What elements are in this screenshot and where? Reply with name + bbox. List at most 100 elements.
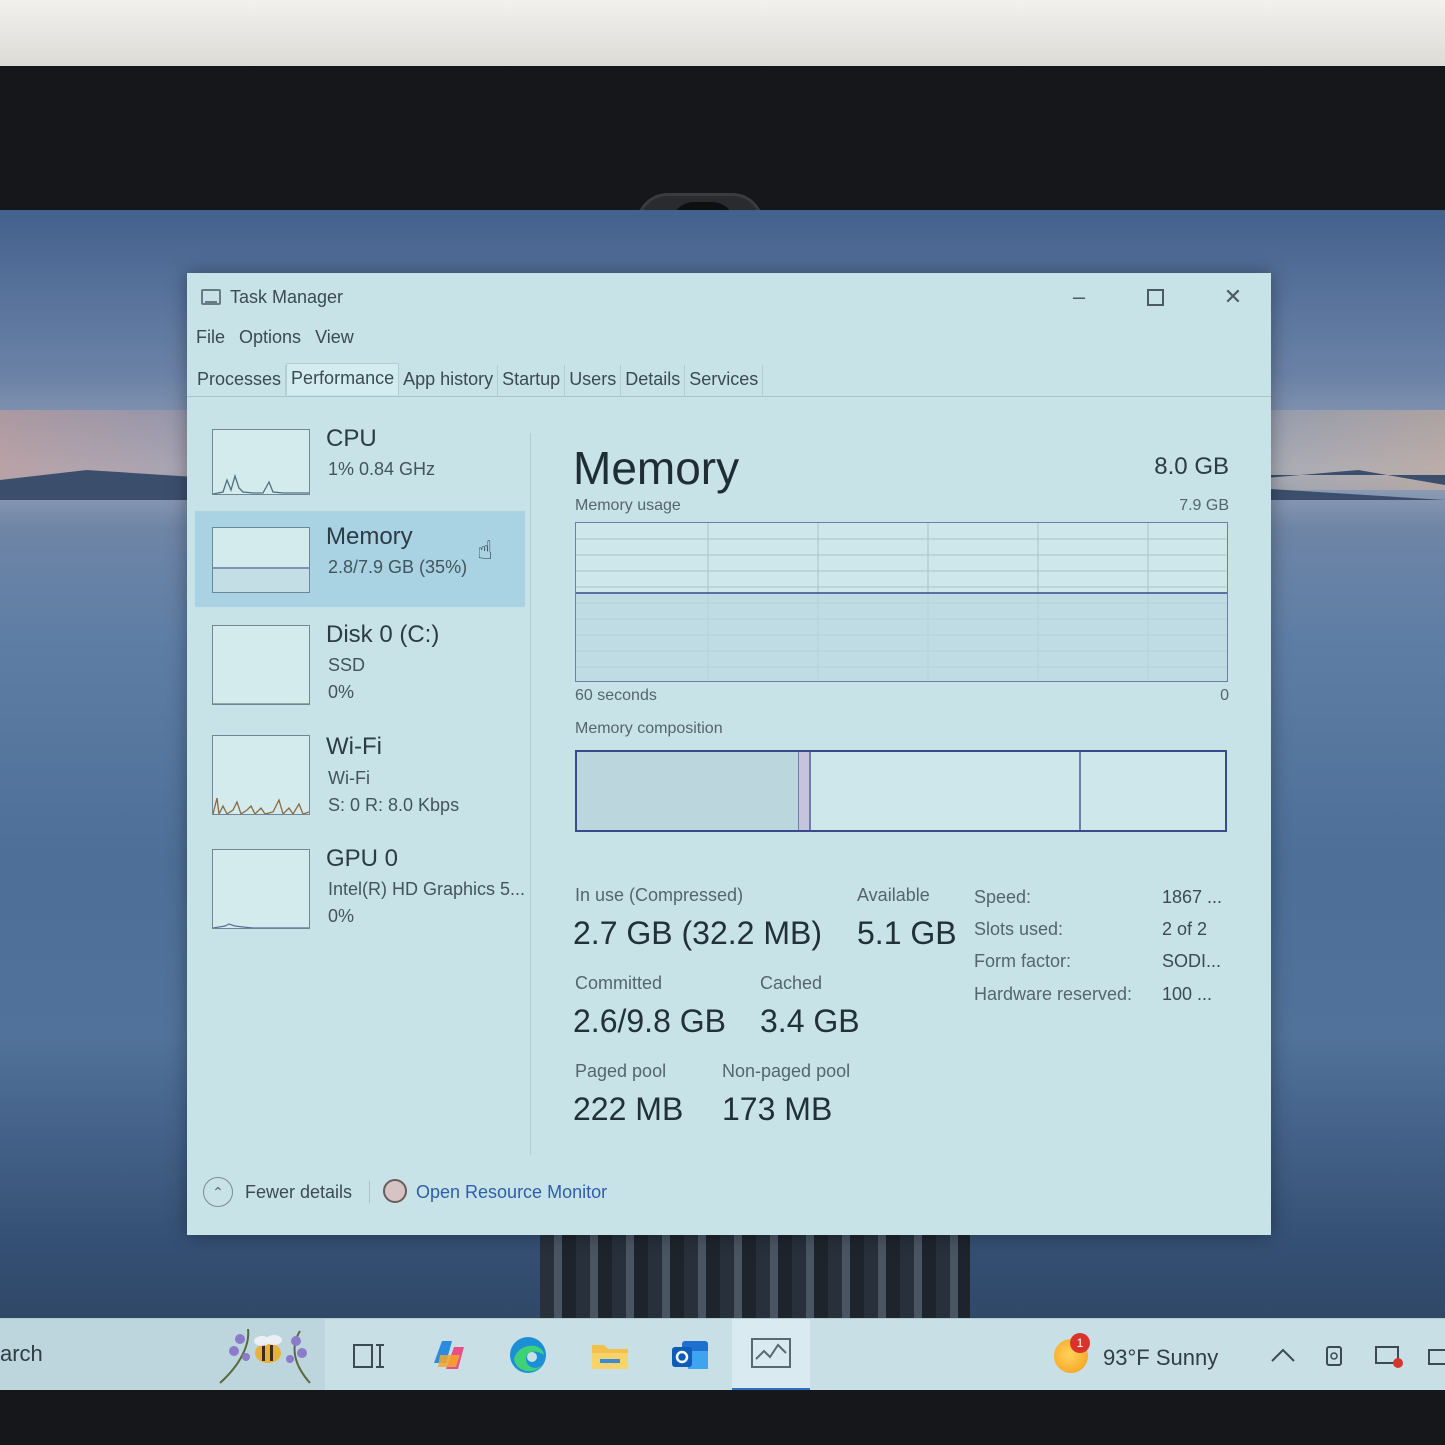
wall-background bbox=[0, 0, 1445, 66]
resource-memory[interactable]: Memory 2.8/7.9 GB (35%) ☝ bbox=[195, 511, 525, 607]
graph-axis-left: 60 seconds bbox=[575, 687, 657, 704]
menu-view[interactable]: View bbox=[314, 327, 361, 355]
pane-divider[interactable] bbox=[530, 433, 531, 1155]
resource-detail: 2.8/7.9 GB (35%) bbox=[328, 557, 468, 577]
memory-usage-label: Memory usage bbox=[575, 497, 681, 514]
cached-value: 3.4 GB bbox=[760, 1003, 860, 1039]
tab-services[interactable]: Services bbox=[685, 365, 764, 397]
minimize-button[interactable]: – bbox=[1059, 281, 1099, 313]
maximize-icon bbox=[1146, 289, 1164, 306]
file-explorer-icon[interactable] bbox=[588, 1333, 632, 1377]
resource-name: Wi-Fi bbox=[326, 733, 382, 760]
tab-bar: Processes Performance App history Startu… bbox=[187, 361, 1271, 397]
non-paged-pool-value: 173 MB bbox=[722, 1091, 833, 1127]
graph-axis-right: 0 bbox=[1220, 687, 1229, 704]
wifi-thumbnail-graph bbox=[212, 735, 310, 815]
resource-name: GPU 0 bbox=[326, 845, 399, 872]
non-paged-pool-label: Non-paged pool bbox=[722, 1061, 851, 1081]
weather-widget[interactable]: 93°F Sunny bbox=[1103, 1345, 1218, 1371]
task-view-icon[interactable] bbox=[348, 1333, 392, 1377]
resource-detail: Intel(R) HD Graphics 5... bbox=[328, 879, 526, 899]
in-use-value: 2.7 GB (32.2 MB) bbox=[573, 915, 822, 951]
prop-form-factor-key: Form factor: bbox=[974, 951, 1072, 971]
task-manager-icon bbox=[751, 1338, 791, 1368]
tab-processes[interactable]: Processes bbox=[193, 365, 287, 397]
tab-details[interactable]: Details bbox=[621, 365, 686, 397]
disk-thumbnail-graph bbox=[212, 625, 310, 705]
prop-speed-value: 1867 ... bbox=[1162, 887, 1223, 907]
hand-cursor-icon: ☝ bbox=[477, 535, 493, 565]
taskbar: arch 1 93°F Sunny bbox=[0, 1318, 1445, 1390]
tab-performance[interactable]: Performance bbox=[286, 363, 400, 395]
tab-users[interactable]: Users bbox=[565, 365, 622, 397]
resource-detail: Wi-Fi bbox=[328, 768, 370, 788]
camera-icon[interactable] bbox=[1324, 1343, 1348, 1369]
memory-composition-label: Memory composition bbox=[575, 720, 723, 737]
resource-detail-2: S: 0 R: 8.0 Kbps bbox=[328, 795, 460, 815]
paged-pool-label: Paged pool bbox=[575, 1061, 667, 1081]
task-manager-window: Task Manager – ✕ File Options View Proce… bbox=[187, 273, 1271, 1235]
search-highlight-icon bbox=[219, 1328, 311, 1384]
display-icon[interactable] bbox=[1374, 1343, 1404, 1369]
prop-form-factor-value: SODI... bbox=[1162, 951, 1222, 971]
resource-detail: SSD bbox=[328, 655, 366, 675]
outlook-icon[interactable] bbox=[668, 1333, 712, 1377]
memory-usage-max: 7.9 GB bbox=[1179, 497, 1229, 514]
task-manager-icon bbox=[201, 289, 221, 305]
resource-list: CPU 1% 0.84 GHz Memory 2.8/7.9 GB (35%) … bbox=[195, 413, 531, 1153]
cached-label: Cached bbox=[760, 973, 823, 993]
composition-standby[interactable] bbox=[811, 752, 1081, 830]
task-manager-taskbar-button[interactable] bbox=[732, 1319, 810, 1390]
edge-browser-icon[interactable] bbox=[506, 1333, 550, 1377]
resource-cpu[interactable]: CPU 1% 0.84 GHz bbox=[195, 413, 525, 509]
resource-name: Memory bbox=[326, 523, 413, 550]
taskbar-search-box[interactable]: arch bbox=[0, 1319, 325, 1390]
close-button[interactable]: ✕ bbox=[1213, 281, 1253, 313]
resource-monitor-icon[interactable] bbox=[383, 1179, 407, 1203]
chevron-up-icon[interactable]: ⌃ bbox=[203, 1177, 233, 1207]
open-resource-monitor-link[interactable]: Open Resource Monitor bbox=[416, 1182, 607, 1203]
resource-wifi[interactable]: Wi-Fi Wi-Fi S: 0 R: 8.0 Kbps bbox=[195, 719, 525, 815]
resource-disk[interactable]: Disk 0 (C:) SSD 0% bbox=[195, 609, 525, 705]
fewer-details-button[interactable]: Fewer details bbox=[245, 1182, 352, 1203]
weather-notification-badge: 1 bbox=[1070, 1333, 1090, 1353]
maximize-button[interactable] bbox=[1135, 281, 1175, 313]
tab-app-history[interactable]: App history bbox=[399, 365, 499, 397]
desktop-screen: Task Manager – ✕ File Options View Proce… bbox=[0, 210, 1445, 1390]
composition-free[interactable] bbox=[1081, 752, 1225, 830]
menu-file[interactable]: File bbox=[195, 327, 232, 355]
composition-in-use[interactable] bbox=[577, 752, 799, 830]
paged-pool-value: 222 MB bbox=[573, 1091, 684, 1127]
memory-usage-graph bbox=[575, 522, 1228, 682]
available-value: 5.1 GB bbox=[857, 915, 957, 951]
committed-value: 2.6/9.8 GB bbox=[573, 1003, 726, 1039]
chevron-up-icon[interactable] bbox=[1268, 1343, 1298, 1367]
resource-gpu[interactable]: GPU 0 Intel(R) HD Graphics 5... 0% bbox=[195, 833, 525, 929]
tab-startup[interactable]: Startup bbox=[498, 365, 566, 397]
prop-slots-key: Slots used: bbox=[974, 919, 1064, 939]
prop-speed-key: Speed: bbox=[974, 887, 1032, 907]
prop-hw-reserved-value: 100 ... bbox=[1162, 984, 1213, 1004]
window-title: Task Manager bbox=[230, 287, 344, 307]
committed-label: Committed bbox=[575, 973, 663, 993]
menu-options[interactable]: Options bbox=[238, 327, 308, 355]
search-placeholder: arch bbox=[0, 1341, 43, 1366]
cpu-thumbnail-graph bbox=[212, 429, 310, 495]
resource-detail-2: 0% bbox=[328, 906, 355, 926]
memory-thumbnail-graph bbox=[212, 527, 310, 593]
battery-icon[interactable] bbox=[1428, 1349, 1445, 1365]
footer: ⌃ Fewer details Open Resource Monitor bbox=[187, 1165, 1271, 1225]
memory-usage-area bbox=[576, 593, 1227, 681]
prop-hw-reserved-key: Hardware reserved: bbox=[974, 984, 1133, 1004]
title-bar[interactable]: Task Manager – ✕ bbox=[187, 273, 1271, 321]
prop-slots-value: 2 of 2 bbox=[1162, 919, 1208, 939]
composition-modified[interactable] bbox=[799, 752, 811, 830]
copilot-icon[interactable] bbox=[426, 1333, 470, 1377]
available-label: Available bbox=[857, 885, 930, 905]
memory-total: 8.0 GB bbox=[1154, 453, 1229, 480]
resource-detail-2: 0% bbox=[328, 682, 355, 702]
menu-bar: File Options View bbox=[195, 327, 367, 355]
resource-detail: 1% 0.84 GHz bbox=[328, 459, 436, 479]
in-use-label: In use (Compressed) bbox=[575, 885, 744, 905]
footer-divider bbox=[369, 1181, 370, 1203]
